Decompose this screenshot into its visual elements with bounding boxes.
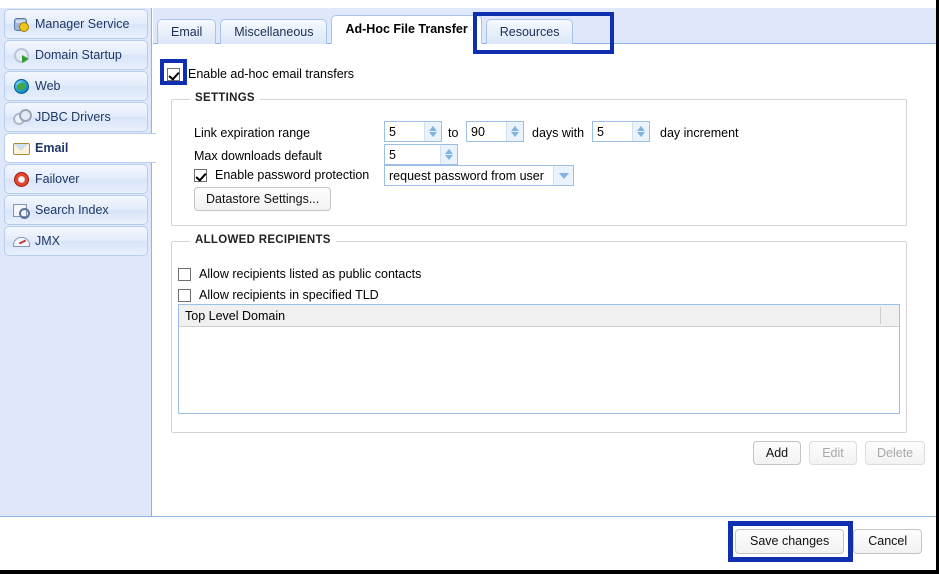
content-area: Email Miscellaneous Ad-Hoc File Transfer… — [153, 8, 936, 516]
gears-icon — [13, 109, 29, 125]
tld-table-body[interactable] — [179, 327, 899, 413]
sidebar-item-label: Web — [35, 80, 60, 93]
spinner-arrows-icon[interactable] — [632, 122, 649, 141]
edit-button: Edit — [809, 441, 857, 465]
sidebar-item-label: Failover — [35, 173, 79, 186]
settings-legend: SETTINGS — [190, 92, 260, 104]
link-expiration-label: Link expiration range — [194, 126, 310, 140]
top-strip — [0, 0, 936, 8]
tld-table-header: Top Level Domain — [179, 305, 899, 327]
sidebar-item-jdbc-drivers[interactable]: JDBC Drivers — [4, 102, 148, 132]
sidebar-item-failover[interactable]: Failover — [4, 164, 148, 194]
tab-resources[interactable]: Resources — [486, 19, 574, 44]
public-contacts-checkbox[interactable] — [178, 268, 191, 281]
sidebar-item-manager-service[interactable]: Manager Service — [4, 9, 148, 39]
settings-fieldset: SETTINGS Link expiration range to days w… — [171, 99, 907, 226]
envelope-icon — [13, 140, 29, 156]
cancel-button[interactable]: Cancel — [853, 529, 922, 554]
sidebar-item-label: JMX — [35, 235, 60, 248]
public-contacts-label: Allow recipients listed as public contac… — [199, 267, 421, 281]
sidebar-item-web[interactable]: Web — [4, 71, 148, 101]
sidebar-item-label: JDBC Drivers — [35, 111, 111, 124]
spinner-arrows-icon[interactable] — [424, 122, 441, 141]
datastore-settings-button[interactable]: Datastore Settings... — [194, 187, 331, 211]
password-protection-label: Enable password protection — [215, 168, 369, 182]
link-expiration-to-input[interactable] — [467, 122, 506, 141]
sidebar-item-label: Manager Service — [35, 18, 130, 31]
max-downloads-input[interactable] — [385, 145, 440, 164]
public-contacts-row: Allow recipients listed as public contac… — [178, 267, 421, 281]
tld-table[interactable]: Top Level Domain — [178, 304, 900, 414]
allowed-recipients-fieldset: ALLOWED RECIPIENTS Allow recipients list… — [171, 241, 907, 433]
globe-icon — [13, 78, 29, 94]
day-increment-input[interactable] — [593, 122, 632, 141]
password-mode-select[interactable]: request password from user — [384, 165, 574, 186]
max-downloads-label: Max downloads default — [194, 149, 322, 163]
search-page-icon — [13, 202, 29, 218]
sidebar-item-search-index[interactable]: Search Index — [4, 195, 148, 225]
link-expiration-to-spinner[interactable] — [466, 121, 524, 142]
delete-button: Delete — [865, 441, 925, 465]
tab-miscellaneous[interactable]: Miscellaneous — [220, 19, 327, 44]
sidebar-item-email[interactable]: Email — [4, 133, 156, 163]
sidebar-item-label: Domain Startup — [35, 49, 122, 62]
spinner-arrows-icon[interactable] — [440, 145, 457, 164]
tld-column-header[interactable]: Top Level Domain — [179, 309, 899, 323]
day-increment-spinner[interactable] — [592, 121, 650, 142]
max-downloads-spinner[interactable] — [384, 144, 458, 165]
footer-buttons: Save changes Cancel — [735, 529, 922, 554]
database-gear-icon — [13, 16, 29, 32]
specified-tld-label: Allow recipients in specified TLD — [199, 288, 379, 302]
add-button[interactable]: Add — [753, 441, 801, 465]
specified-tld-row: Allow recipients in specified TLD — [178, 288, 379, 302]
sidebar-item-label: Search Index — [35, 204, 109, 217]
link-expiration-to-text: to — [448, 126, 458, 140]
list-action-buttons: Add Edit Delete — [753, 441, 925, 465]
tab-email[interactable]: Email — [157, 19, 216, 44]
save-changes-button[interactable]: Save changes — [735, 529, 844, 554]
days-with-text: days with — [532, 126, 584, 140]
lifebuoy-icon — [13, 171, 29, 187]
column-divider[interactable] — [880, 307, 881, 324]
allowed-recipients-legend: ALLOWED RECIPIENTS — [190, 234, 336, 246]
tab-strip: Email Miscellaneous Ad-Hoc File Transfer… — [153, 8, 936, 44]
password-mode-value: request password from user — [385, 169, 553, 183]
link-expiration-from-spinner[interactable] — [384, 121, 442, 142]
specified-tld-checkbox[interactable] — [178, 289, 191, 302]
sidebar-item-label: Email — [35, 142, 68, 155]
application-window: Manager Service Domain Startup Web JDBC … — [0, 0, 939, 574]
ad-hoc-file-transfer-panel: Enable ad-hoc email transfers SETTINGS L… — [153, 45, 936, 516]
password-protection-checkbox[interactable] — [194, 169, 207, 182]
password-protection-row: Enable password protection — [194, 168, 369, 182]
enable-adhoc-label: Enable ad-hoc email transfers — [188, 67, 354, 81]
tab-list: Email Miscellaneous Ad-Hoc File Transfer… — [157, 15, 577, 44]
sidebar-item-jmx[interactable]: JMX — [4, 226, 148, 256]
link-expiration-from-input[interactable] — [385, 122, 424, 141]
day-increment-text: day increment — [660, 126, 739, 140]
tab-ad-hoc-file-transfer[interactable]: Ad-Hoc File Transfer — [331, 15, 481, 44]
chevron-down-icon[interactable] — [553, 166, 573, 185]
sidebar: Manager Service Domain Startup Web JDBC … — [0, 8, 152, 516]
gear-play-icon — [13, 47, 29, 63]
gauge-icon — [13, 233, 29, 249]
sidebar-item-domain-startup[interactable]: Domain Startup — [4, 40, 148, 70]
enable-adhoc-checkbox[interactable] — [167, 68, 180, 81]
spinner-arrows-icon[interactable] — [506, 122, 523, 141]
enable-adhoc-row: Enable ad-hoc email transfers — [167, 67, 354, 81]
